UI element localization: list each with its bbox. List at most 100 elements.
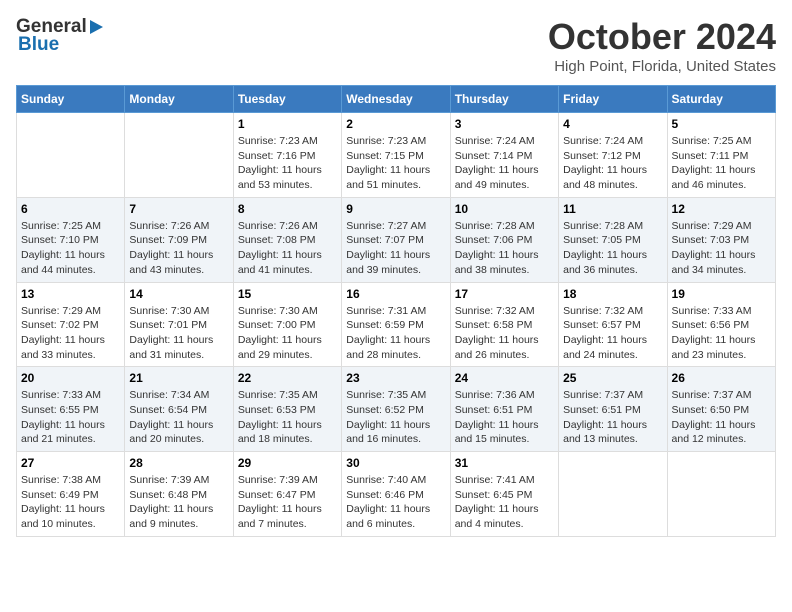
logo: General Blue (16, 16, 103, 56)
day-info: Sunrise: 7:27 AM Sunset: 7:07 PM Dayligh… (346, 219, 445, 278)
day-number: 17 (455, 287, 554, 301)
day-info: Sunrise: 7:33 AM Sunset: 6:56 PM Dayligh… (672, 304, 771, 363)
day-number: 8 (238, 202, 337, 216)
day-number: 25 (563, 371, 662, 385)
calendar-cell: 27Sunrise: 7:38 AM Sunset: 6:49 PM Dayli… (17, 452, 125, 537)
main-title: October 2024 (548, 16, 776, 58)
day-info: Sunrise: 7:33 AM Sunset: 6:55 PM Dayligh… (21, 388, 120, 447)
calendar-cell: 12Sunrise: 7:29 AM Sunset: 7:03 PM Dayli… (667, 197, 775, 282)
day-number: 7 (129, 202, 228, 216)
day-info: Sunrise: 7:28 AM Sunset: 7:06 PM Dayligh… (455, 219, 554, 278)
day-info: Sunrise: 7:34 AM Sunset: 6:54 PM Dayligh… (129, 388, 228, 447)
calendar-cell: 3 Sunrise: 7:24 AM Sunset: 7:14 PM Daylig… (450, 113, 558, 198)
calendar-cell: 29Sunrise: 7:39 AM Sunset: 6:47 PM Dayli… (233, 452, 341, 537)
calendar-cell: 13 Sunrise: 7:29 AM Sunset: 7:02 PM Dayli… (17, 282, 125, 367)
day-number: 10 (455, 202, 554, 216)
day-number: 15 (238, 287, 337, 301)
calendar-cell: 8 Sunrise: 7:26 AM Sunset: 7:08 PM Daylig… (233, 197, 341, 282)
day-info: Sunrise: 7:28 AM Sunset: 7:05 PM Dayligh… (563, 219, 662, 278)
logo-triangle-icon (90, 20, 103, 34)
day-number: 6 (21, 202, 120, 216)
day-info: Sunrise: 7:39 AM Sunset: 6:47 PM Dayligh… (238, 473, 337, 532)
calendar-cell: 16 Sunrise: 7:31 AM Sunset: 6:59 PM Dayli… (342, 282, 450, 367)
day-info: Sunrise: 7:26 AM Sunset: 7:09 PM Dayligh… (129, 219, 228, 278)
calendar-cell: 24Sunrise: 7:36 AM Sunset: 6:51 PM Dayli… (450, 367, 558, 452)
week-row-2: 6 Sunrise: 7:25 AM Sunset: 7:10 PM Daylig… (17, 197, 776, 282)
title-area: October 2024 High Point, Florida, United… (548, 16, 776, 75)
week-row-5: 27Sunrise: 7:38 AM Sunset: 6:49 PM Dayli… (17, 452, 776, 537)
calendar-cell: 26 Sunrise: 7:37 AM Sunset: 6:50 PM Dayli… (667, 367, 775, 452)
calendar-cell: 4Sunrise: 7:24 AM Sunset: 7:12 PM Daylig… (559, 113, 667, 198)
day-number: 26 (672, 371, 771, 385)
day-info: Sunrise: 7:37 AM Sunset: 6:50 PM Dayligh… (672, 388, 771, 447)
day-number: 3 (455, 117, 554, 131)
calendar-cell: 5 Sunrise: 7:25 AM Sunset: 7:11 PM Daylig… (667, 113, 775, 198)
day-info: Sunrise: 7:32 AM Sunset: 6:57 PM Dayligh… (563, 304, 662, 363)
calendar-header-row: SundayMondayTuesdayWednesdayThursdayFrid… (17, 86, 776, 113)
header-monday: Monday (125, 86, 233, 113)
day-number: 28 (129, 456, 228, 470)
day-number: 20 (21, 371, 120, 385)
day-info: Sunrise: 7:29 AM Sunset: 7:03 PM Dayligh… (672, 219, 771, 278)
day-info: Sunrise: 7:29 AM Sunset: 7:02 PM Dayligh… (21, 304, 120, 363)
day-number: 16 (346, 287, 445, 301)
day-info: Sunrise: 7:25 AM Sunset: 7:11 PM Dayligh… (672, 134, 771, 193)
day-info: Sunrise: 7:30 AM Sunset: 7:00 PM Dayligh… (238, 304, 337, 363)
header-thursday: Thursday (450, 86, 558, 113)
calendar-cell: 2Sunrise: 7:23 AM Sunset: 7:15 PM Daylig… (342, 113, 450, 198)
calendar-cell: 21Sunrise: 7:34 AM Sunset: 6:54 PM Dayli… (125, 367, 233, 452)
day-info: Sunrise: 7:35 AM Sunset: 6:52 PM Dayligh… (346, 388, 445, 447)
day-number: 18 (563, 287, 662, 301)
day-info: Sunrise: 7:41 AM Sunset: 6:45 PM Dayligh… (455, 473, 554, 532)
day-info: Sunrise: 7:31 AM Sunset: 6:59 PM Dayligh… (346, 304, 445, 363)
day-info: Sunrise: 7:24 AM Sunset: 7:12 PM Dayligh… (563, 134, 662, 193)
calendar-cell: 6 Sunrise: 7:25 AM Sunset: 7:10 PM Daylig… (17, 197, 125, 282)
calendar-cell: 25 Sunrise: 7:37 AM Sunset: 6:51 PM Dayli… (559, 367, 667, 452)
week-row-1: 1Sunrise: 7:23 AM Sunset: 7:16 PM Daylig… (17, 113, 776, 198)
calendar-cell: 1Sunrise: 7:23 AM Sunset: 7:16 PM Daylig… (233, 113, 341, 198)
calendar-cell: 15 Sunrise: 7:30 AM Sunset: 7:00 PM Dayli… (233, 282, 341, 367)
header-saturday: Saturday (667, 86, 775, 113)
day-info: Sunrise: 7:37 AM Sunset: 6:51 PM Dayligh… (563, 388, 662, 447)
day-number: 9 (346, 202, 445, 216)
header-wednesday: Wednesday (342, 86, 450, 113)
calendar-cell (17, 113, 125, 198)
day-number: 22 (238, 371, 337, 385)
day-number: 5 (672, 117, 771, 131)
day-info: Sunrise: 7:23 AM Sunset: 7:16 PM Dayligh… (238, 134, 337, 193)
calendar-cell: 30Sunrise: 7:40 AM Sunset: 6:46 PM Dayli… (342, 452, 450, 537)
week-row-3: 13 Sunrise: 7:29 AM Sunset: 7:02 PM Dayli… (17, 282, 776, 367)
day-info: Sunrise: 7:24 AM Sunset: 7:14 PM Dayligh… (455, 134, 554, 193)
day-number: 13 (21, 287, 120, 301)
calendar-cell (559, 452, 667, 537)
calendar-cell: 7 Sunrise: 7:26 AM Sunset: 7:09 PM Daylig… (125, 197, 233, 282)
day-number: 31 (455, 456, 554, 470)
calendar-cell: 28Sunrise: 7:39 AM Sunset: 6:48 PM Dayli… (125, 452, 233, 537)
day-info: Sunrise: 7:35 AM Sunset: 6:53 PM Dayligh… (238, 388, 337, 447)
page-header: General Blue October 2024 High Point, Fl… (16, 16, 776, 75)
calendar-cell: 22 Sunrise: 7:35 AM Sunset: 6:53 PM Dayli… (233, 367, 341, 452)
day-info: Sunrise: 7:38 AM Sunset: 6:49 PM Dayligh… (21, 473, 120, 532)
day-info: Sunrise: 7:25 AM Sunset: 7:10 PM Dayligh… (21, 219, 120, 278)
calendar-cell (667, 452, 775, 537)
day-info: Sunrise: 7:32 AM Sunset: 6:58 PM Dayligh… (455, 304, 554, 363)
day-info: Sunrise: 7:30 AM Sunset: 7:01 PM Dayligh… (129, 304, 228, 363)
calendar-cell: 10 Sunrise: 7:28 AM Sunset: 7:06 PM Dayli… (450, 197, 558, 282)
header-sunday: Sunday (17, 86, 125, 113)
day-number: 30 (346, 456, 445, 470)
day-number: 19 (672, 287, 771, 301)
calendar-cell: 11 Sunrise: 7:28 AM Sunset: 7:05 PM Dayli… (559, 197, 667, 282)
calendar-cell: 18 Sunrise: 7:32 AM Sunset: 6:57 PM Dayli… (559, 282, 667, 367)
calendar-cell (125, 113, 233, 198)
header-tuesday: Tuesday (233, 86, 341, 113)
calendar-cell: 14Sunrise: 7:30 AM Sunset: 7:01 PM Dayli… (125, 282, 233, 367)
day-info: Sunrise: 7:26 AM Sunset: 7:08 PM Dayligh… (238, 219, 337, 278)
subtitle: High Point, Florida, United States (548, 58, 776, 75)
calendar-cell: 20 Sunrise: 7:33 AM Sunset: 6:55 PM Dayli… (17, 367, 125, 452)
day-number: 11 (563, 202, 662, 216)
day-info: Sunrise: 7:23 AM Sunset: 7:15 PM Dayligh… (346, 134, 445, 193)
calendar-cell: 23 Sunrise: 7:35 AM Sunset: 6:52 PM Dayli… (342, 367, 450, 452)
day-number: 24 (455, 371, 554, 385)
day-number: 23 (346, 371, 445, 385)
week-row-4: 20 Sunrise: 7:33 AM Sunset: 6:55 PM Dayli… (17, 367, 776, 452)
